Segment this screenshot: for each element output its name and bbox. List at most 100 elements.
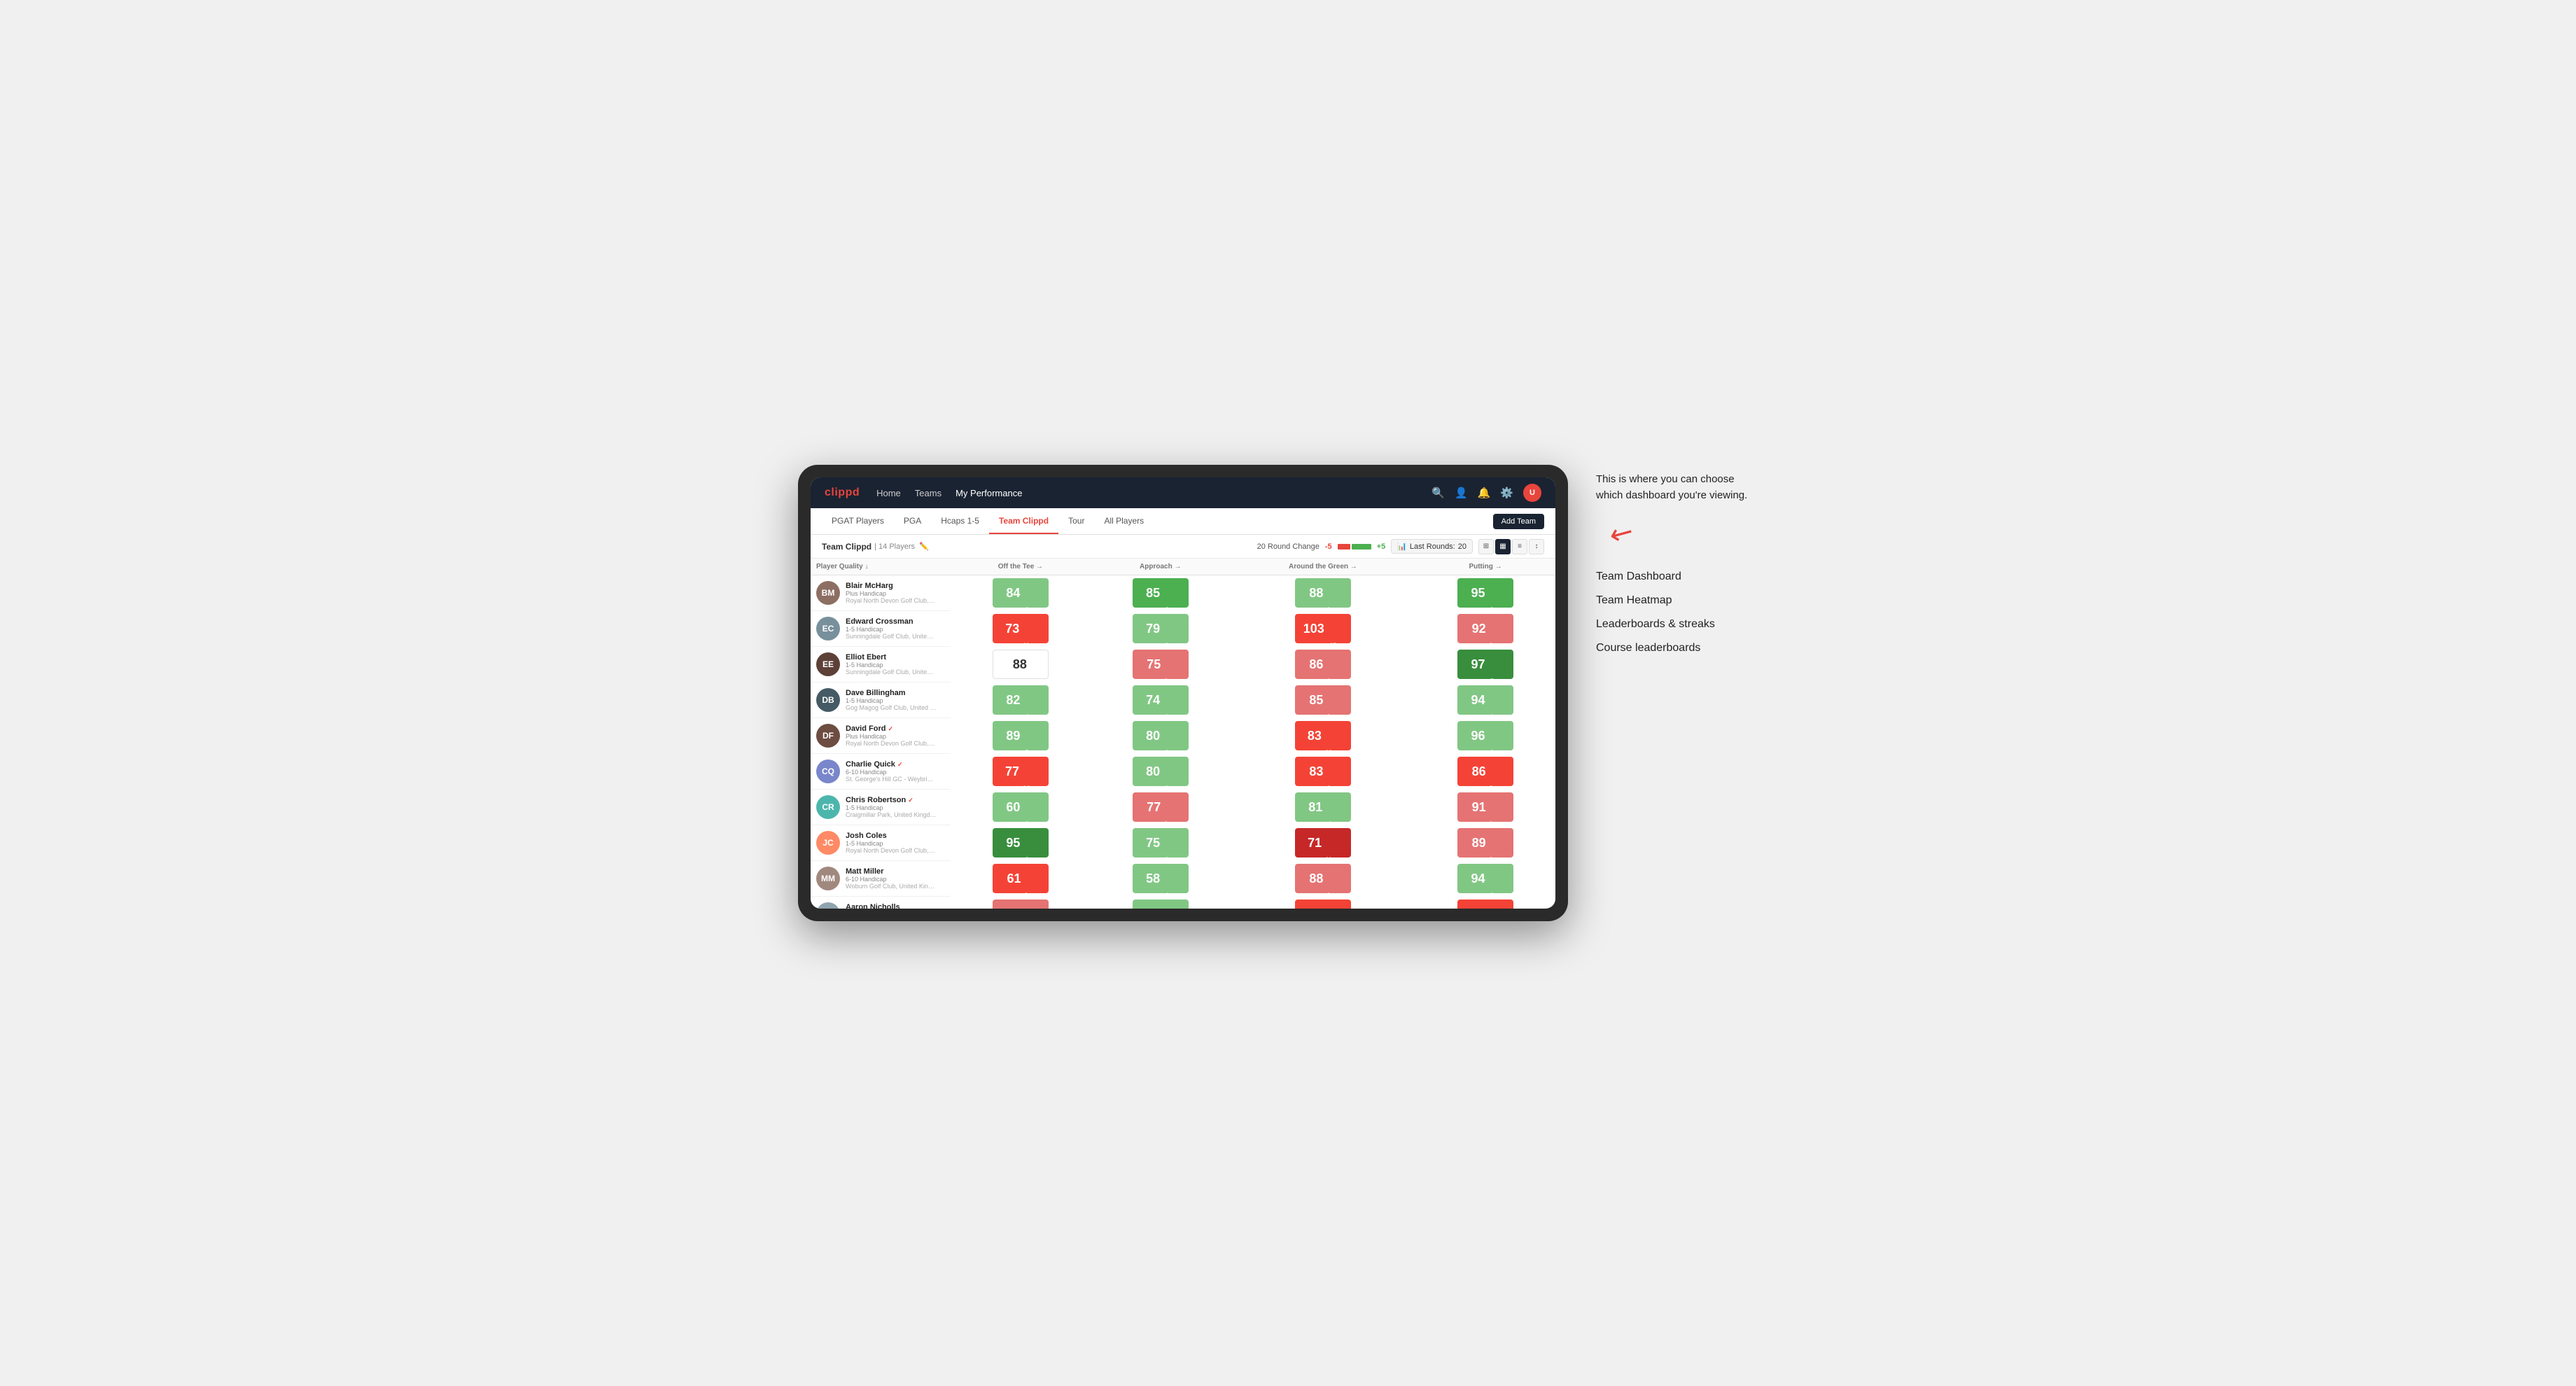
- player-name[interactable]: Dave Billingham: [846, 689, 945, 697]
- option-team-heatmap[interactable]: Team Heatmap: [1596, 594, 1778, 607]
- score-delta: -10: [1323, 749, 1338, 756]
- tab-all-players[interactable]: All Players: [1094, 508, 1154, 534]
- player-name[interactable]: Matt Miller: [846, 867, 945, 876]
- table-row[interactable]: DB Dave Billingham 1-5 Handicap Gog Mago…: [811, 682, 1555, 718]
- col-header-around-green[interactable]: Around the Green →: [1231, 559, 1415, 575]
- score-box: 83 -10: [1295, 721, 1351, 750]
- nav-bar: clippd Home Teams My Performance 🔍 👤 🔔 ⚙…: [811, 477, 1555, 508]
- score-value: 61: [1007, 872, 1021, 886]
- tab-pgat-players[interactable]: PGAT Players: [822, 508, 894, 534]
- nav-home[interactable]: Home: [876, 485, 901, 501]
- player-name[interactable]: Blair McHarg: [846, 582, 945, 590]
- heatmap-view-button[interactable]: ▦: [1495, 539, 1511, 554]
- player-avatar: JC: [816, 831, 840, 855]
- player-name[interactable]: Chris Robertson ✓: [846, 796, 945, 804]
- table-row[interactable]: AN Aaron Nicholls 11-15 Handicap Drift G…: [811, 897, 1555, 909]
- score-delta: +15: [1326, 642, 1343, 649]
- page-wrapper: clippd Home Teams My Performance 🔍 👤 🔔 ⚙…: [798, 465, 1778, 921]
- player-club: Royal North Devon Golf Club, United King…: [846, 847, 937, 854]
- table-row[interactable]: EC Edward Crossman 1-5 Handicap Sunningd…: [811, 611, 1555, 647]
- score-value: 73: [1005, 622, 1019, 636]
- player-club: Sunningdale Golf Club, United Kingdom: [846, 633, 937, 640]
- round-change-section: 20 Round Change -5 +5 📊 Last Rounds: 20 …: [1257, 539, 1544, 554]
- col-header-player[interactable]: Player Quality ↓: [811, 559, 951, 575]
- tab-pga[interactable]: PGA: [894, 508, 931, 534]
- last-rounds-button[interactable]: 📊 Last Rounds: 20: [1391, 539, 1473, 554]
- score-delta: -8: [1488, 785, 1499, 792]
- score-box: 77 -14: [993, 757, 1049, 786]
- putting-cell: 97 +5: [1415, 647, 1555, 682]
- table-row[interactable]: JC Josh Coles 1-5 Handicap Royal North D…: [811, 825, 1555, 861]
- col-header-off-tee[interactable]: Off the Tee →: [951, 559, 1091, 575]
- bar-green: [1352, 544, 1371, 550]
- change-plus: +5: [1377, 542, 1386, 551]
- score-value: 94: [1471, 872, 1485, 886]
- player-name[interactable]: Edward Crossman: [846, 617, 945, 626]
- player-name[interactable]: Josh Coles: [846, 832, 945, 840]
- score-delta: +1: [1161, 785, 1175, 792]
- off-tee-cell: 88: [951, 647, 1091, 682]
- player-avatar: CR: [816, 795, 840, 819]
- search-icon[interactable]: 🔍: [1432, 486, 1445, 499]
- option-leaderboards[interactable]: Leaderboards & streaks: [1596, 618, 1778, 631]
- nav-my-performance[interactable]: My Performance: [955, 485, 1022, 501]
- score-value: 88: [1013, 657, 1027, 672]
- col-header-putting[interactable]: Putting →: [1415, 559, 1555, 575]
- player-name[interactable]: Charlie Quick ✓: [846, 760, 945, 769]
- edit-icon[interactable]: ✏️: [919, 542, 929, 551]
- table-row[interactable]: MM Matt Miller 6-10 Handicap Woburn Golf…: [811, 861, 1555, 897]
- score-value: 84: [1006, 586, 1020, 601]
- player-info: CR Chris Robertson ✓ 1-5 Handicap Craigm…: [816, 795, 945, 819]
- tab-team-clippd[interactable]: Team Clippd: [989, 508, 1058, 534]
- player-col: CQ Charlie Quick ✓ 6-10 Handicap St. Geo…: [811, 754, 951, 790]
- table-row[interactable]: BM Blair McHarg Plus Handicap Royal Nort…: [811, 575, 1555, 611]
- option-team-dashboard[interactable]: Team Dashboard: [1596, 570, 1778, 583]
- around-green-cell: 85 -3: [1231, 682, 1415, 718]
- score-value: 83: [1309, 764, 1323, 779]
- off-tee-cell: 60 +2: [951, 790, 1091, 825]
- sort-button[interactable]: ↕: [1529, 539, 1544, 554]
- putting-cell: 95 +9: [1415, 575, 1555, 611]
- player-handicap: 1-5 Handicap: [846, 662, 945, 668]
- score-box: 85 -3: [1295, 685, 1351, 715]
- score-box: 60 -1: [993, 899, 1049, 909]
- change-bar: [1338, 544, 1371, 550]
- player-info: EE Elliot Ebert 1-5 Handicap Sunningdale…: [816, 652, 945, 676]
- table-row[interactable]: CQ Charlie Quick ✓ 6-10 Handicap St. Geo…: [811, 754, 1555, 790]
- player-details: Chris Robertson ✓ 1-5 Handicap Craigmill…: [846, 796, 945, 818]
- avatar[interactable]: U: [1523, 484, 1541, 502]
- score-value: 60: [1006, 800, 1020, 815]
- around-green-cell: 88 -2: [1231, 861, 1415, 897]
- player-handicap: 1-5 Handicap: [846, 840, 945, 847]
- score-box: 73 -11: [993, 614, 1049, 643]
- col-label-approach: Approach →: [1140, 563, 1181, 570]
- score-delta: +3: [1486, 892, 1499, 899]
- player-name[interactable]: Aaron Nicholls: [846, 903, 945, 909]
- tab-hcaps[interactable]: Hcaps 1-5: [931, 508, 989, 534]
- score-value: 77: [1005, 764, 1019, 779]
- user-icon[interactable]: 👤: [1455, 486, 1468, 499]
- score-box: 86 -6: [1295, 650, 1351, 679]
- player-handicap: 1-5 Handicap: [846, 697, 945, 704]
- player-info: CQ Charlie Quick ✓ 6-10 Handicap St. Geo…: [816, 760, 945, 783]
- col-header-approach[interactable]: Approach →: [1091, 559, 1231, 575]
- table-row[interactable]: DF David Ford ✓ Plus Handicap Royal Nort…: [811, 718, 1555, 754]
- table-row[interactable]: EE Elliot Ebert 1-5 Handicap Sunningdale…: [811, 647, 1555, 682]
- settings-icon[interactable]: ⚙️: [1500, 486, 1513, 499]
- add-team-button[interactable]: Add Team: [1493, 514, 1544, 529]
- grid-view-button[interactable]: ⊞: [1478, 539, 1494, 554]
- player-club: Woburn Golf Club, United Kingdom: [846, 883, 937, 890]
- player-name[interactable]: Elliot Ebert: [846, 653, 945, 662]
- approach-cell: 58 +4: [1091, 861, 1231, 897]
- off-tee-cell: 61 -3: [951, 861, 1091, 897]
- list-view-button[interactable]: ≡: [1512, 539, 1527, 554]
- score-box: 58 +4: [1133, 864, 1189, 893]
- score-value: 103: [1303, 622, 1324, 636]
- bell-icon[interactable]: 🔔: [1478, 486, 1491, 499]
- table-row[interactable]: CR Chris Robertson ✓ 1-5 Handicap Craigm…: [811, 790, 1555, 825]
- score-box: 103 +15: [1295, 614, 1351, 643]
- player-name[interactable]: David Ford ✓: [846, 724, 945, 733]
- option-course-leaderboards[interactable]: Course leaderboards: [1596, 642, 1778, 654]
- tab-tour[interactable]: Tour: [1058, 508, 1094, 534]
- nav-teams[interactable]: Teams: [915, 485, 941, 501]
